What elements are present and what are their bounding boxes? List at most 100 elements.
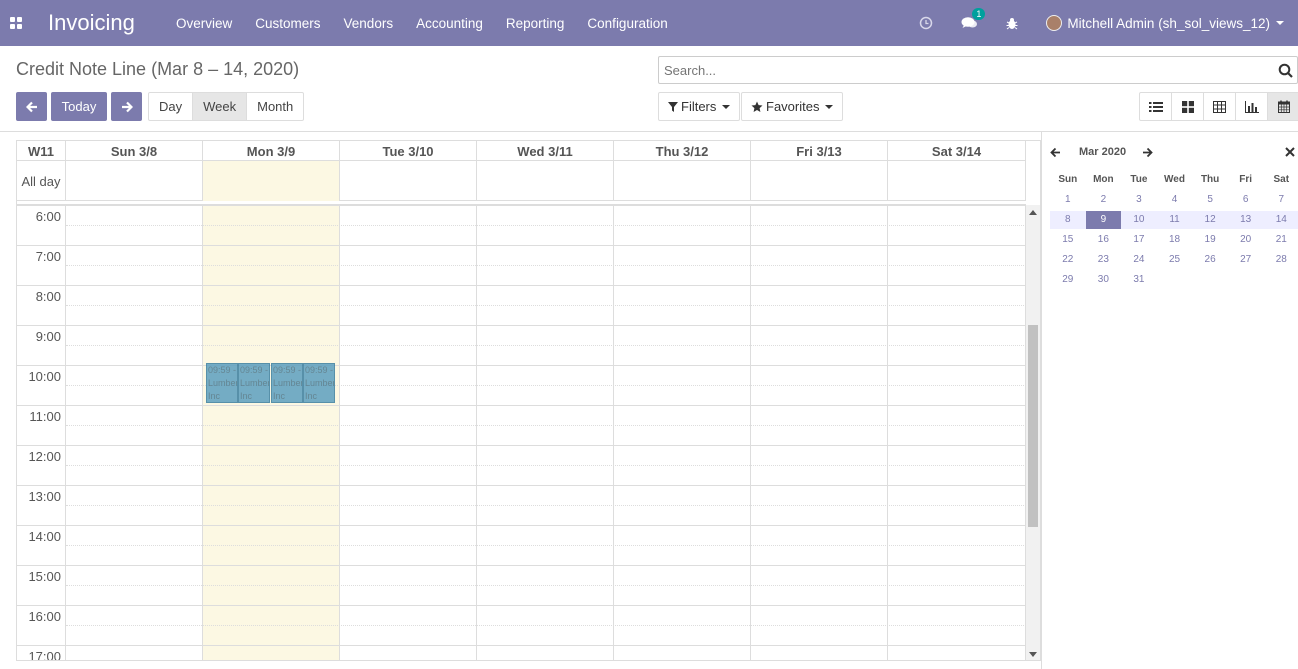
time-slot[interactable] [66, 366, 203, 405]
time-slot[interactable] [614, 646, 751, 660]
mini-day[interactable]: 22 [1050, 251, 1086, 269]
day-header-sat[interactable]: Sat 3/14 [888, 141, 1026, 161]
time-slot[interactable] [614, 566, 751, 605]
filters-button[interactable]: Filters [658, 92, 741, 121]
time-slot[interactable] [614, 526, 751, 565]
time-slot[interactable] [340, 326, 477, 365]
time-slot[interactable] [751, 366, 888, 405]
day-header-thu[interactable]: Thu 3/12 [614, 141, 751, 161]
mini-calendar-month[interactable]: Mar 2020 [1079, 146, 1126, 158]
time-slot[interactable] [614, 446, 751, 485]
time-slot[interactable] [477, 446, 614, 485]
time-slot[interactable] [340, 486, 477, 525]
time-slot[interactable] [477, 246, 614, 285]
time-slot[interactable] [888, 286, 1026, 325]
messaging-button[interactable]: 1 [961, 8, 986, 30]
time-slot[interactable] [614, 206, 751, 245]
calendar-event[interactable]: 09:59 - Lumber Inc [303, 363, 335, 403]
time-slot[interactable] [751, 206, 888, 245]
mini-day[interactable]: 6 [1228, 191, 1264, 209]
time-slot[interactable] [340, 206, 477, 245]
time-slot[interactable] [203, 566, 340, 605]
mini-day[interactable]: 2 [1086, 191, 1122, 209]
time-slot[interactable] [614, 286, 751, 325]
calendar-event[interactable]: 09:59 - Lumber Inc [206, 363, 238, 403]
time-slot[interactable] [477, 326, 614, 365]
mini-day[interactable]: 3 [1121, 191, 1157, 209]
allday-cell[interactable] [66, 161, 203, 201]
time-slot[interactable] [888, 486, 1026, 525]
mini-day[interactable]: 26 [1192, 251, 1228, 269]
time-slot[interactable] [340, 366, 477, 405]
mini-day[interactable]: 10 [1121, 211, 1157, 229]
time-slot[interactable] [751, 446, 888, 485]
mini-day[interactable]: 20 [1228, 231, 1264, 249]
time-slot[interactable] [66, 446, 203, 485]
time-slot[interactable] [477, 486, 614, 525]
time-slot[interactable] [340, 406, 477, 445]
time-slot[interactable] [340, 446, 477, 485]
allday-cell[interactable] [477, 161, 614, 201]
allday-cell[interactable] [888, 161, 1026, 201]
time-slot[interactable] [203, 646, 340, 660]
mini-day[interactable]: 12 [1192, 211, 1228, 229]
mini-day[interactable]: 28 [1263, 251, 1298, 269]
favorites-button[interactable]: Favorites [741, 92, 844, 121]
time-slot[interactable] [751, 406, 888, 445]
time-slot[interactable] [340, 606, 477, 645]
allday-cell[interactable] [614, 161, 751, 201]
time-slot[interactable] [614, 366, 751, 405]
time-slot[interactable] [751, 526, 888, 565]
time-slot[interactable] [614, 606, 751, 645]
calendar-event[interactable]: 09:59 - Lumber Inc [238, 363, 270, 403]
time-slot[interactable] [66, 486, 203, 525]
close-icon[interactable] [1285, 147, 1295, 157]
mini-day[interactable]: 5 [1192, 191, 1228, 209]
day-header-wed[interactable]: Wed 3/11 [477, 141, 614, 161]
time-slot[interactable] [888, 526, 1026, 565]
time-slot[interactable] [477, 206, 614, 245]
mini-day[interactable]: 31 [1121, 271, 1157, 289]
time-slot[interactable] [66, 286, 203, 325]
allday-cell-today[interactable] [203, 161, 340, 201]
time-slot[interactable] [614, 246, 751, 285]
scale-week-button[interactable]: Week [193, 93, 248, 120]
time-slot[interactable] [340, 646, 477, 660]
arrow-left-icon[interactable] [1050, 147, 1061, 158]
debug-button[interactable] [1006, 17, 1018, 30]
time-slot[interactable] [888, 406, 1026, 445]
arrow-right-icon[interactable] [1142, 147, 1153, 158]
time-slot[interactable] [477, 286, 614, 325]
time-slot[interactable] [888, 326, 1026, 365]
menu-item-accounting[interactable]: Accounting [416, 16, 483, 31]
search-input[interactable] [659, 57, 1278, 83]
activity-button[interactable] [919, 16, 933, 30]
time-slot[interactable] [203, 326, 340, 365]
graph-view-button[interactable] [1236, 93, 1268, 120]
menu-item-reporting[interactable]: Reporting [506, 16, 565, 31]
time-slot[interactable] [751, 646, 888, 660]
previous-button[interactable] [16, 92, 47, 121]
time-slot[interactable] [340, 566, 477, 605]
time-slot[interactable] [66, 206, 203, 245]
today-button[interactable]: Today [51, 92, 107, 121]
time-slot[interactable] [888, 566, 1026, 605]
mini-day[interactable]: 18 [1157, 231, 1193, 249]
calendar-view-button[interactable] [1268, 93, 1298, 120]
time-slot[interactable] [340, 286, 477, 325]
apps-menu-button[interactable] [0, 0, 32, 46]
time-slot[interactable] [66, 526, 203, 565]
scale-month-button[interactable]: Month [247, 93, 303, 120]
time-slot[interactable] [477, 606, 614, 645]
time-slot[interactable] [477, 646, 614, 660]
time-slot[interactable] [203, 406, 340, 445]
mini-day[interactable]: 9 [1085, 211, 1122, 229]
time-slot[interactable] [614, 326, 751, 365]
kanban-view-button[interactable] [1172, 93, 1204, 120]
time-slot[interactable] [66, 606, 203, 645]
time-slot[interactable] [66, 326, 203, 365]
mini-day[interactable]: 16 [1086, 231, 1122, 249]
time-slot[interactable] [614, 406, 751, 445]
time-slot[interactable] [66, 406, 203, 445]
mini-day[interactable]: 11 [1156, 211, 1193, 229]
